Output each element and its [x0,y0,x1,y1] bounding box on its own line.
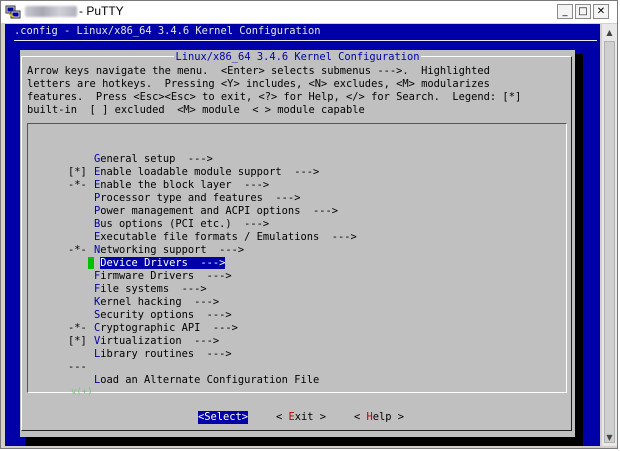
menu-item-text: irmware Drivers ---> [100,270,232,282]
menu-item-label: Processor type and features ---> [94,192,300,204]
maximize-button[interactable]: □ [575,4,591,19]
menu-item-text: ecurity options ---> [100,309,232,321]
putty-window: - PuTTY _ □ ✕ .config - Linux/x86_64 3.4… [0,0,618,449]
menu-item-state: --- [68,361,87,373]
menu-item-selected[interactable]: Device Drivers ---> [68,257,226,270]
menu-item-state: [*] [68,335,87,347]
menu-item-label: Enable loadable module support ---> [94,166,319,178]
menu-item[interactable]: --- [68,361,94,374]
menu-item-label: Executable file formats / Emulations ---… [94,231,357,243]
scroll-thumb[interactable] [604,41,615,443]
scroll-down-arrow-icon[interactable]: ▼ [602,430,617,445]
putty-app-icon[interactable] [5,5,21,19]
menu-item-text: ibrary routines ---> [100,348,232,360]
header-divider [14,40,597,41]
menu-item[interactable]: -*- Cryptographic API ---> [68,322,238,335]
menu-item[interactable]: [*] Enable loadable module support ---> [68,166,319,179]
menu-item-label: Load an Alternate Configuration File [94,374,319,386]
exit-button[interactable]: < Exit > [276,411,326,424]
menu-item-text: nable the block layer ---> [100,179,270,191]
help-line-4: built-in [ ] excluded <M> module < > mod… [27,104,365,116]
dialog-title: Linux/x86_64 3.4.6 Kernel Configuration [173,51,422,63]
select-button[interactable]: <Select> [198,411,249,424]
menuconfig-dialog: Linux/x86_64 3.4.6 Kernel Configuration … [20,50,575,437]
menu-item-label: Firmware Drivers ---> [94,270,232,282]
help-line-2: letters are hotkeys. Pressing <Y> includ… [27,78,490,90]
menu-item-state: -*- [68,244,87,256]
menu-item-text: oad an Alternate Configuration File [100,374,320,386]
menu-item-text: ryptographic API ---> [100,322,238,334]
menu-item[interactable]: Bus options (PCI etc.) ---> [68,218,269,231]
menu-item[interactable]: Load an Alternate Configuration File [68,374,319,387]
menu-item-label: Security options ---> [94,309,232,321]
menu-item[interactable]: Library routines ---> [68,348,232,361]
menu-item[interactable]: -*- Networking support ---> [68,244,244,257]
menu-item-text: ile systems ---> [100,283,207,295]
config-header: .config - Linux/x86_64 3.4.6 Kernel Conf… [14,25,321,37]
menu-item[interactable]: General setup ---> [68,153,213,166]
menu-item-label: General setup ---> [94,153,213,165]
dialog-shadow [575,54,583,441]
vertical-scrollbar[interactable]: ▲ ▼ [601,24,617,446]
menu-item-text: ernel hacking ---> [100,296,220,308]
terminal-area[interactable]: .config - Linux/x86_64 3.4.6 Kernel Conf… [5,24,600,446]
menu-item[interactable]: Power management and ACPI options ---> [68,205,338,218]
menu-item-label: Virtualization ---> [94,335,219,347]
menu-item[interactable]: Firmware Drivers ---> [68,270,232,283]
help-line-1: Arrow keys navigate the menu. <Enter> se… [27,65,490,77]
menu-item-label: Cryptographic API ---> [94,322,238,334]
menu-item-label: File systems ---> [94,283,207,295]
help-line-3: features. Press <Esc><Esc> to exit, <?> … [27,91,522,103]
menu-item[interactable]: File systems ---> [68,283,207,296]
menu-item-label: Device Drivers ---> [100,257,226,269]
menu-item-label: Bus options (PCI etc.) ---> [94,218,269,230]
more-items-marker: v(+) [71,387,93,397]
menu-item-label: Kernel hacking ---> [94,296,219,308]
menu-item-text: eneral setup ---> [100,153,213,165]
minimize-button[interactable]: _ [557,4,573,19]
menu-item-label: Enable the block layer ---> [94,179,269,191]
menu-item-text: rocessor type and features ---> [100,192,301,204]
menu-item-label: Library routines ---> [94,348,232,360]
app-name: - PuTTY [79,4,124,18]
window-title: - PuTTY [25,4,124,18]
menu-item-text: xecutable file formats / Emulations ---> [100,231,357,243]
menu-item-text: us options (PCI etc.) ---> [100,218,270,230]
menu-item-text: nable loadable module support ---> [100,166,320,178]
menu-item-text: evice Drivers ---> [106,257,226,269]
menu-item[interactable]: Security options ---> [68,309,232,322]
menu-item-text: ower management and ACPI options ---> [100,205,338,217]
menu-item-label: Networking support ---> [94,244,244,256]
scroll-up-arrow-icon[interactable]: ▲ [602,25,617,40]
dialog-shadow-bottom [25,437,583,446]
menu-item-state: -*- [68,179,87,191]
menu-item[interactable]: Processor type and features ---> [68,192,300,205]
menu-item-label: Power management and ACPI options ---> [94,205,338,217]
menu-item-state: [*] [68,166,87,178]
redacted-host [25,6,77,18]
menu-item-text: irtualization ---> [100,335,220,347]
menu-item[interactable]: Executable file formats / Emulations ---… [68,231,357,244]
menu-item[interactable]: Kernel hacking ---> [68,296,219,309]
help-button[interactable]: < Help > [354,411,404,424]
menu-item[interactable]: [*] Virtualization ---> [68,335,219,348]
title-bar[interactable]: - PuTTY _ □ ✕ [1,1,617,23]
menu-item[interactable]: -*- Enable the block layer ---> [68,179,269,192]
menu-item-text: etworking support ---> [100,244,245,256]
menu-item-state: -*- [68,322,87,334]
close-button[interactable]: ✕ [593,4,609,19]
